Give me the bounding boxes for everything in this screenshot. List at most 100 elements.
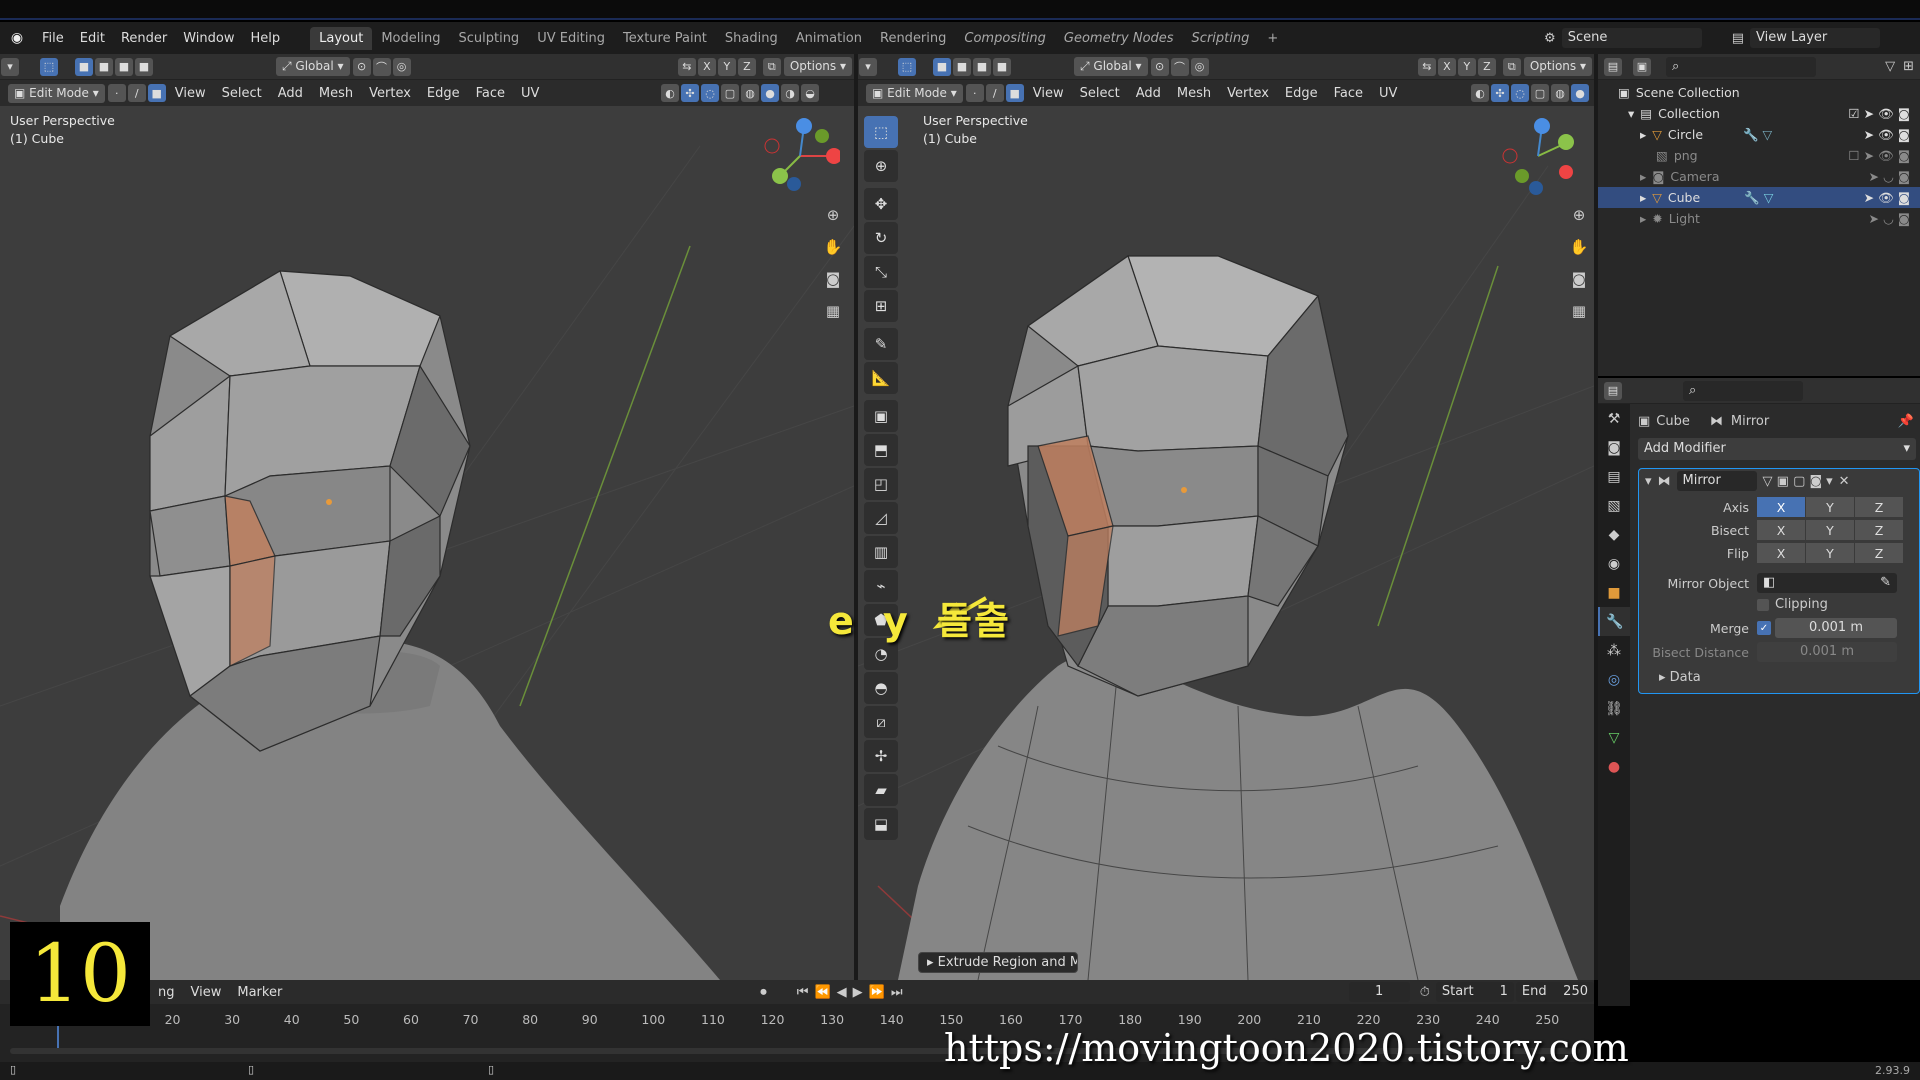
flip-z-toggle[interactable]: Z bbox=[1855, 543, 1903, 563]
new-collection-icon[interactable]: ⊞ bbox=[1903, 59, 1914, 74]
select-mode-new-icon[interactable]: ■ bbox=[933, 57, 951, 76]
vertex-select-icon[interactable]: · bbox=[107, 84, 126, 102]
bisect-y-toggle[interactable]: Y bbox=[1806, 520, 1854, 540]
mirror-z-toggle[interactable]: Z bbox=[737, 57, 756, 76]
add-modifier-dropdown[interactable]: Add Modifier ▾ bbox=[1638, 438, 1916, 460]
particles-tab-icon[interactable]: ⁂ bbox=[1598, 636, 1630, 665]
merge-checkbox[interactable]: ✓ bbox=[1757, 621, 1771, 635]
expand-arrow-icon[interactable]: ▸ bbox=[1640, 169, 1646, 184]
menu-face[interactable]: Face bbox=[468, 86, 513, 101]
row-visibility-icons[interactable]: ➤ ◡ ◙ bbox=[1869, 169, 1910, 184]
tab-modeling[interactable]: Modeling bbox=[372, 27, 449, 50]
tab-scripting[interactable]: Scripting bbox=[1183, 27, 1259, 50]
gizmo-icon[interactable]: ✣ bbox=[1491, 84, 1509, 102]
options-dropdown[interactable]: Options ▾ bbox=[1523, 57, 1592, 76]
options-dropdown[interactable]: Options ▾ bbox=[783, 57, 852, 76]
xray-icon[interactable]: ▢ bbox=[1531, 84, 1549, 102]
mirror-x-toggle[interactable]: X bbox=[697, 57, 716, 76]
editor-type-icon[interactable]: ▤ bbox=[1604, 381, 1622, 400]
visibility-icon[interactable]: ◐ bbox=[661, 84, 679, 102]
cursor-tool-icon[interactable]: ⊕ bbox=[864, 150, 898, 182]
menu-add[interactable]: Add bbox=[1128, 86, 1169, 101]
menu-vertex[interactable]: Vertex bbox=[1219, 86, 1277, 101]
eyedropper-icon[interactable]: ✎ bbox=[1880, 575, 1891, 591]
solid-shading-icon[interactable]: ● bbox=[761, 84, 779, 102]
scale-tool-icon[interactable]: ⤡ bbox=[864, 256, 898, 288]
ortho-grid-icon[interactable]: ▦ bbox=[1566, 298, 1592, 324]
editor-type-icon[interactable]: ▾ bbox=[859, 57, 877, 76]
menu-render[interactable]: Render bbox=[113, 31, 175, 46]
current-frame-field[interactable]: 1 bbox=[1348, 982, 1410, 1002]
timeline-playback-menu[interactable]: ng bbox=[150, 985, 183, 1000]
properties-search-input[interactable]: ⌕ bbox=[1683, 380, 1803, 401]
menu-edit[interactable]: Edit bbox=[72, 31, 113, 46]
bisect-distance-field[interactable]: 0.001 m bbox=[1757, 642, 1897, 662]
timeline-view-menu[interactable]: View bbox=[183, 985, 230, 1000]
modifier-tab-icon[interactable]: 🔧 bbox=[1598, 607, 1630, 636]
select-mode-extend-icon[interactable]: ■ bbox=[95, 57, 113, 76]
mirror-y-toggle[interactable]: Y bbox=[717, 57, 736, 76]
auto-merge-icon[interactable]: ⧉ bbox=[1502, 57, 1521, 76]
rendered-shading-icon[interactable]: ◒ bbox=[801, 84, 819, 102]
menu-edge[interactable]: Edge bbox=[1277, 86, 1326, 101]
mirror-z-toggle[interactable]: Z bbox=[1477, 57, 1496, 76]
mode-dropdown[interactable]: ▣ Edit Mode ▾ bbox=[8, 83, 105, 103]
navigation-gizmo[interactable] bbox=[760, 116, 840, 196]
modifier-menu-chevron-icon[interactable]: ▾ bbox=[1826, 474, 1833, 489]
mode-dropdown[interactable]: ▣ Edit Mode ▾ bbox=[866, 83, 963, 103]
outliner-row-collection[interactable]: ▾ ▤ Collection ☑ ➤ 👁 ◙ bbox=[1598, 103, 1920, 124]
edge-select-icon[interactable]: / bbox=[127, 84, 146, 102]
flip-x-toggle[interactable]: X bbox=[1757, 543, 1805, 563]
data-tab-icon[interactable]: ▽ bbox=[1598, 723, 1630, 752]
material-tab-icon[interactable]: ● bbox=[1598, 752, 1630, 781]
select-mode-new-icon[interactable]: ■ bbox=[75, 57, 93, 76]
transform-orientation-dropdown[interactable]: ⤢ Global ▾ bbox=[1074, 57, 1148, 76]
render-tab-icon[interactable]: ◙ bbox=[1598, 433, 1630, 462]
smooth-tool-icon[interactable]: ◓ bbox=[864, 672, 898, 704]
outliner-row-png[interactable]: ▧ png ☐ ➤ 👁 ◙ bbox=[1598, 145, 1920, 166]
edge-slide-tool-icon[interactable]: ⧄ bbox=[864, 706, 898, 738]
remove-modifier-icon[interactable]: ✕ bbox=[1839, 474, 1850, 489]
menu-window[interactable]: Window bbox=[175, 31, 242, 46]
merge-distance-field[interactable]: 0.001 m bbox=[1775, 618, 1897, 638]
menu-select[interactable]: Select bbox=[214, 86, 270, 101]
record-icon[interactable]: ⏺ bbox=[760, 985, 767, 1000]
pan-hand-icon[interactable]: ✋ bbox=[1566, 234, 1592, 260]
constraints-tab-icon[interactable]: ⛓ bbox=[1598, 694, 1630, 723]
bisect-x-toggle[interactable]: X bbox=[1757, 520, 1805, 540]
menu-add[interactable]: Add bbox=[270, 86, 311, 101]
rip-tool-icon[interactable]: ⬓ bbox=[864, 808, 898, 840]
overlay-icon[interactable]: ◌ bbox=[701, 84, 719, 102]
menu-vertex[interactable]: Vertex bbox=[361, 86, 419, 101]
tab-compositing[interactable]: Compositing bbox=[955, 27, 1055, 50]
editor-type-icon[interactable]: ▤ bbox=[1604, 57, 1622, 76]
physics-tab-icon[interactable]: ◎ bbox=[1598, 665, 1630, 694]
bisect-z-toggle[interactable]: Z bbox=[1855, 520, 1903, 540]
tab-uv-editing[interactable]: UV Editing bbox=[528, 27, 614, 50]
move-tool-icon[interactable]: ✥ bbox=[864, 188, 898, 220]
snap-icon[interactable]: ⌒ bbox=[372, 57, 391, 76]
view-layer-tab-icon[interactable]: ▧ bbox=[1598, 491, 1630, 520]
wireframe-shading-icon[interactable]: ◍ bbox=[1551, 84, 1569, 102]
outliner-row-scene-collection[interactable]: ▣ Scene Collection bbox=[1598, 82, 1920, 103]
tab-sculpting[interactable]: Sculpting bbox=[449, 27, 528, 50]
mirror-y-toggle[interactable]: Y bbox=[1457, 57, 1476, 76]
rotate-tool-icon[interactable]: ↻ bbox=[864, 222, 898, 254]
collapse-arrow-icon[interactable]: ▾ bbox=[1645, 474, 1652, 489]
flip-y-toggle[interactable]: Y bbox=[1806, 543, 1854, 563]
modifier-display-toggles[interactable]: ▽ ▣ ▢ ◙ bbox=[1763, 474, 1823, 489]
row-visibility-icons[interactable]: ➤ ◡ ◙ bbox=[1869, 211, 1910, 226]
menu-select[interactable]: Select bbox=[1072, 86, 1128, 101]
proportional-edit-icon[interactable]: ◎ bbox=[1190, 57, 1209, 76]
expand-arrow-icon[interactable]: ▸ bbox=[1640, 127, 1646, 142]
right-3d-viewport[interactable]: ▾ ⬚ ■ ■ ■ ■ ⤢ Global ▾ ⊙ ⌒ ◎ ⇆ X Y Z ⧉ O… bbox=[858, 54, 1594, 980]
outliner-row-camera[interactable]: ▸ ◙ Camera ➤ ◡ ◙ bbox=[1598, 166, 1920, 187]
menu-mesh[interactable]: Mesh bbox=[311, 86, 361, 101]
menu-uv[interactable]: UV bbox=[513, 86, 547, 101]
object-tab-icon[interactable]: ■ bbox=[1598, 578, 1630, 607]
tool-tab-icon[interactable]: ⚒ bbox=[1598, 404, 1630, 433]
auto-merge-icon[interactable]: ⧉ bbox=[762, 57, 781, 76]
expand-arrow-icon[interactable]: ▸ bbox=[1659, 670, 1670, 685]
left-3d-viewport[interactable]: ▾ ⬚ ■ ■ ■ ■ ⤢ Global ▾ ⊙ ⌒ ◎ ⇆ X Y Z ⧉ O… bbox=[0, 54, 854, 980]
scene-tab-icon[interactable]: ◆ bbox=[1598, 520, 1630, 549]
